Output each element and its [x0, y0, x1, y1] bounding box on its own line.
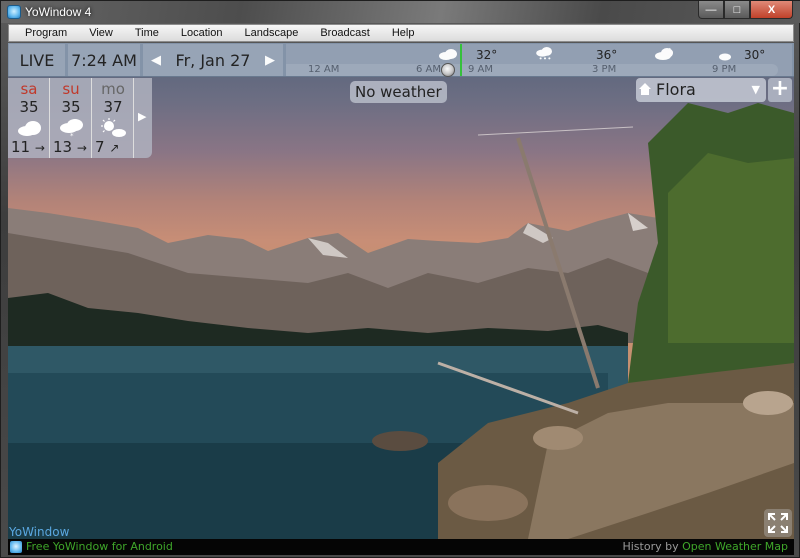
prev-day-icon[interactable]: ◀ [151, 53, 161, 68]
wind-direction-icon: ↗ [109, 141, 120, 155]
close-icon: X [767, 3, 776, 16]
plus-icon: + [770, 76, 790, 101]
day-temp: 37 [103, 98, 123, 116]
location-name: Flora [656, 80, 696, 99]
cloud-icon [18, 121, 41, 136]
add-location-button[interactable]: + [768, 78, 792, 102]
menu-bar: Program View Time Location Landscape Bro… [8, 24, 794, 42]
wind-speed: 7 [95, 138, 105, 156]
home-icon [639, 83, 651, 95]
day-name: sa [20, 80, 38, 98]
no-weather-badge: No weather [350, 81, 447, 103]
fullscreen-button[interactable] [764, 509, 792, 537]
timeline-knob[interactable] [441, 63, 455, 77]
title-bar[interactable]: YoWindow 4 — □ X [1, 1, 800, 23]
menu-landscape[interactable]: Landscape [244, 27, 298, 39]
more-days-icon[interactable]: ▶ [138, 110, 146, 123]
wind-direction-icon: → [76, 141, 87, 155]
hour-temp: 30° [744, 48, 766, 62]
snow-cloud-icon [536, 47, 552, 60]
wind-direction-icon: → [34, 141, 45, 155]
landscape-scene[interactable]: LIVE 7:24 AM ◀ Fr, Jan 27 ▶ 12 AM 6 AM 9… [8, 43, 794, 539]
live-label: LIVE [19, 50, 55, 70]
yowindow-brand: YoWindow [9, 525, 70, 539]
date-navigator: ◀ Fr, Jan 27 ▶ [143, 44, 283, 76]
wind-speed: 13 [53, 138, 73, 156]
current-time[interactable]: 7:24 AM [68, 44, 140, 76]
menu-program[interactable]: Program [25, 27, 67, 39]
day-wind: 11 → [11, 138, 45, 156]
daily-forecast: sa 35 11 → su 35 * 13 → mo 37 7 ↗ ▶ [8, 78, 152, 158]
hour-label: 3 PM [592, 64, 617, 75]
location-selector[interactable]: Flora ▼ [636, 78, 766, 102]
chevron-down-icon: ▼ [751, 83, 760, 96]
history-prefix: History by [622, 540, 679, 553]
menu-location[interactable]: Location [181, 27, 223, 39]
maximize-icon: □ [733, 3, 741, 16]
maximize-button[interactable]: □ [724, 1, 750, 19]
day-wind: 13 → [53, 138, 87, 156]
sun-cloud-icon [101, 118, 126, 137]
forecast-day[interactable]: sa 35 11 → [8, 78, 50, 158]
hour-label: 12 AM [308, 64, 340, 75]
day-name: su [62, 80, 80, 98]
hour-label: 6 AM [416, 64, 442, 75]
menu-view[interactable]: View [89, 27, 113, 39]
open-weather-map-link[interactable]: Open Weather Map [682, 540, 788, 553]
weather-topbar: LIVE 7:24 AM ◀ Fr, Jan 27 ▶ 12 AM 6 AM 9… [8, 43, 794, 77]
day-wind: 7 ↗ [95, 138, 119, 156]
window-title: YoWindow 4 [25, 5, 92, 19]
status-bar: Free YoWindow for Android History by Ope… [8, 539, 794, 555]
night-cloud-icon [655, 47, 674, 60]
hour-temp: 36° [596, 48, 618, 62]
minimize-icon: — [705, 3, 717, 16]
date-label: Fr, Jan 27 [175, 50, 251, 70]
hour-label: 9 AM [468, 64, 494, 75]
cloud-icon [439, 49, 457, 60]
app-window: YoWindow 4 — □ X Program View Time Locat… [0, 0, 800, 558]
forecast-day[interactable]: mo 37 7 ↗ [92, 78, 134, 158]
hour-temp: 32° [476, 48, 498, 62]
time-label: 7:24 AM [71, 50, 137, 70]
yowindow-app-icon [7, 5, 21, 19]
close-button[interactable]: X [750, 1, 793, 19]
menu-help[interactable]: Help [392, 27, 415, 39]
hour-label: 9 PM [712, 64, 737, 75]
history-credit: History by Open Weather Map [622, 540, 788, 553]
day-temp: 35 [19, 98, 39, 116]
snow-cloud-icon: * [60, 119, 83, 138]
forecast-day[interactable]: su 35 * 13 → [50, 78, 92, 158]
hourly-timeline[interactable]: 12 AM 6 AM 9 AM 3 PM 9 PM 32° 36° 30° [286, 44, 792, 77]
day-name: mo [101, 80, 125, 98]
current-time-marker [460, 44, 462, 76]
android-app-icon [10, 541, 22, 553]
menu-broadcast[interactable]: Broadcast [320, 27, 370, 39]
menu-time[interactable]: Time [135, 27, 159, 39]
minimize-button[interactable]: — [698, 1, 724, 19]
timeline-strip [286, 64, 778, 76]
expand-icon [768, 513, 788, 533]
android-promo-link[interactable]: Free YoWindow for Android [26, 540, 173, 553]
next-day-icon[interactable]: ▶ [265, 53, 275, 68]
moon-cloud-icon [716, 48, 731, 61]
live-button[interactable]: LIVE [9, 44, 65, 76]
day-temp: 35 [61, 98, 81, 116]
wind-speed: 11 [11, 138, 31, 156]
